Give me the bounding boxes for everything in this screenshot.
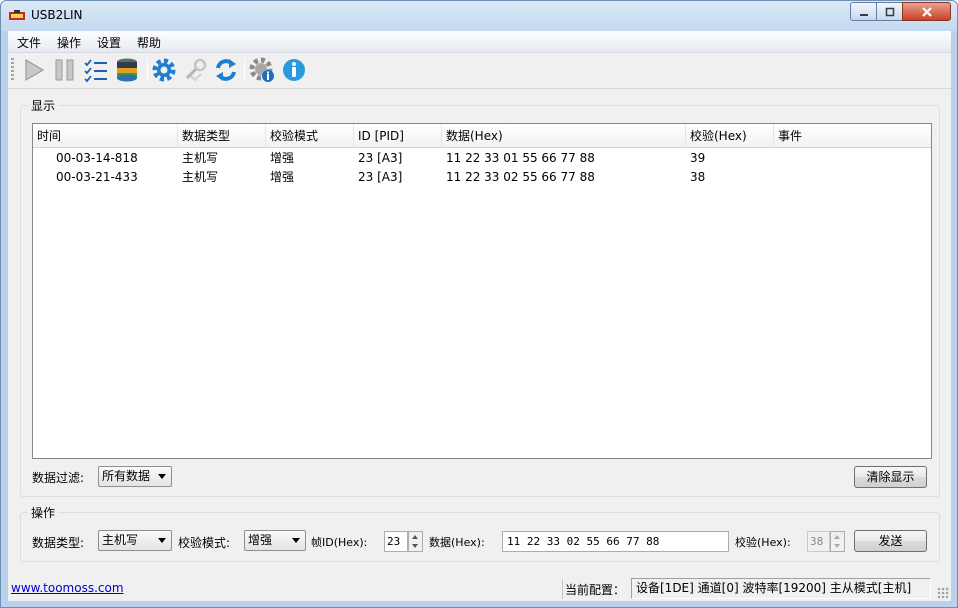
refresh-icon[interactable] — [212, 56, 240, 84]
filter-value: 所有数据 — [102, 469, 151, 483]
current-config-label: 当前配置： — [565, 583, 626, 597]
app-icon — [9, 10, 25, 20]
resize-grip[interactable] — [937, 587, 949, 599]
cell-data-type: 主机写 — [182, 170, 219, 184]
cell-time: 00-03-14-818 — [56, 151, 138, 165]
database-icon[interactable] — [113, 56, 141, 84]
current-config-value: 设备[1DE] 通道[0] 波特率[19200] 主从模式[主机] — [631, 578, 931, 599]
data-hex-label: 数据(Hex): — [429, 536, 485, 549]
filter-label: 数据过滤: — [32, 471, 85, 485]
column-checksum-hex[interactable]: 校验(Hex) — [686, 124, 774, 148]
cell-data-hex: 11 22 33 02 55 66 77 88 — [446, 170, 595, 184]
column-time[interactable]: 时间 — [33, 124, 178, 148]
status-bar: www.toomoss.com 当前配置： 设备[1DE] 通道[0] 波特率[… — [8, 577, 951, 601]
data-type-label: 数据类型: — [32, 536, 85, 550]
spin-down-icon[interactable] — [412, 544, 418, 548]
column-check-mode[interactable]: 校验模式 — [266, 124, 354, 148]
frame-id-input[interactable]: 23 — [384, 531, 408, 552]
menu-bar: 文件 操作 设置 帮助 — [8, 31, 951, 53]
table-row[interactable]: 00-03-14-818 主机写 增强 23 [A3] 11 22 33 01 … — [33, 149, 931, 168]
data-list[interactable]: 时间 数据类型 校验模式 ID [PID] 数据(Hex) 校验(Hex) 事件… — [32, 123, 932, 459]
menu-settings[interactable]: 设置 — [97, 34, 121, 51]
cell-checksum: 38 — [690, 170, 706, 184]
data-type-value: 主机写 — [102, 533, 139, 547]
column-data-hex[interactable]: 数据(Hex) — [442, 124, 686, 148]
filter-select[interactable]: 所有数据 — [98, 466, 172, 487]
menu-help[interactable]: 帮助 — [137, 34, 161, 51]
menu-file[interactable]: 文件 — [17, 34, 41, 51]
operation-group-label: 操作 — [28, 504, 59, 521]
cell-check-mode: 增强 — [270, 170, 295, 184]
wrench-icon[interactable] — [181, 56, 209, 84]
check-mode-value: 增强 — [248, 533, 273, 547]
cell-id-pid: 23 [A3] — [358, 170, 403, 184]
frame-id-stepper[interactable] — [408, 531, 423, 552]
column-event[interactable]: 事件 — [774, 124, 931, 148]
minimize-icon — [859, 13, 868, 16]
checksum-label: 校验(Hex): — [735, 536, 791, 549]
app-window: USB2LIN 文件 操作 设置 帮助 显示 时间 数据类型 校验模式 ID [… — [0, 0, 958, 608]
chevron-down-icon — [158, 538, 166, 543]
title-bar[interactable]: USB2LIN — [1, 1, 957, 31]
play-icon[interactable] — [20, 56, 48, 84]
close-icon — [921, 6, 932, 17]
column-data-type[interactable]: 数据类型 — [178, 124, 266, 148]
checklist-icon[interactable] — [82, 56, 110, 84]
gear-icon[interactable] — [150, 56, 178, 84]
check-mode-label: 校验模式: — [178, 536, 231, 550]
clear-display-button[interactable]: 清除显示 — [854, 466, 927, 488]
checksum-stepper — [830, 531, 845, 552]
toolbar-grip[interactable] — [11, 58, 14, 82]
toolbar — [8, 53, 951, 89]
table-row[interactable]: 00-03-21-433 主机写 增强 23 [A3] 11 22 33 02 … — [33, 168, 931, 187]
check-mode-select[interactable]: 增强 — [244, 530, 306, 551]
cell-time: 00-03-21-433 — [56, 170, 138, 184]
chevron-down-icon — [292, 538, 300, 543]
display-group-label: 显示 — [28, 97, 59, 114]
cell-checksum: 39 — [690, 151, 706, 165]
spin-down-icon — [834, 544, 840, 548]
frame-id-label: 帧ID(Hex): — [311, 536, 368, 549]
data-hex-input[interactable]: 11 22 33 02 55 66 77 88 — [502, 531, 729, 552]
cell-check-mode: 增强 — [270, 151, 295, 165]
spin-up-icon — [834, 535, 840, 539]
cell-data-type: 主机写 — [182, 151, 219, 165]
checksum-input: 38 — [807, 531, 830, 552]
cell-id-pid: 23 [A3] — [358, 151, 403, 165]
list-header: 时间 数据类型 校验模式 ID [PID] 数据(Hex) 校验(Hex) 事件 — [33, 124, 931, 148]
cell-data-hex: 11 22 33 01 55 66 77 88 — [446, 151, 595, 165]
maximize-button[interactable] — [876, 2, 903, 21]
window-title: USB2LIN — [31, 8, 83, 22]
settings-info-icon[interactable] — [248, 56, 276, 84]
restore-icon — [885, 7, 894, 16]
info-icon[interactable] — [280, 56, 308, 84]
chevron-down-icon — [158, 474, 166, 479]
toolbar-separator — [244, 58, 245, 82]
toolbar-separator — [147, 58, 148, 82]
status-separator — [562, 579, 563, 599]
pause-icon[interactable] — [51, 56, 79, 84]
menu-operation[interactable]: 操作 — [57, 34, 81, 51]
client-area: 文件 操作 设置 帮助 显示 时间 数据类型 校验模式 ID [PID] 数据(… — [8, 31, 951, 601]
data-type-select[interactable]: 主机写 — [98, 530, 172, 551]
column-id-pid[interactable]: ID [PID] — [354, 124, 442, 148]
close-button[interactable] — [902, 2, 951, 21]
send-button[interactable]: 发送 — [854, 530, 927, 552]
website-link[interactable]: www.toomoss.com — [11, 581, 124, 595]
spin-up-icon[interactable] — [412, 535, 418, 539]
minimize-button[interactable] — [850, 2, 877, 21]
